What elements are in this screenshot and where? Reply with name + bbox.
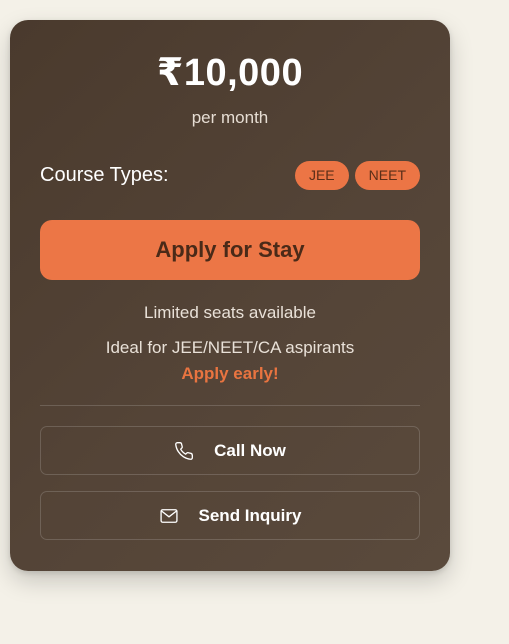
divider <box>40 405 420 406</box>
price-period: per month <box>191 108 269 127</box>
phone-icon <box>174 441 194 461</box>
course-types-row: Course Types: JEE NEET <box>40 160 420 190</box>
ideal-for-note: Ideal for JEE/NEET/CA aspirants <box>105 338 355 357</box>
limited-seats-note: Limited seats available <box>144 303 316 322</box>
mail-icon <box>159 506 179 526</box>
course-tags: JEE NEET <box>294 160 420 190</box>
course-types-label: Course Types: <box>40 163 169 186</box>
call-now-button[interactable]: Call Now <box>40 426 420 475</box>
apply-early-note: Apply early! <box>181 364 279 383</box>
pricing-card: ₹10,000 per month Course Types: JEE NEET… <box>10 20 450 571</box>
price: ₹10,000 <box>156 52 304 94</box>
course-tag-neet: NEET <box>354 160 420 190</box>
send-inquiry-label: Send Inquiry <box>198 505 302 525</box>
send-inquiry-button[interactable]: Send Inquiry <box>40 491 420 540</box>
course-tag-jee: JEE <box>294 160 349 190</box>
apply-for-stay-button[interactable]: Apply for Stay <box>40 220 420 280</box>
call-now-label: Call Now <box>214 440 286 460</box>
